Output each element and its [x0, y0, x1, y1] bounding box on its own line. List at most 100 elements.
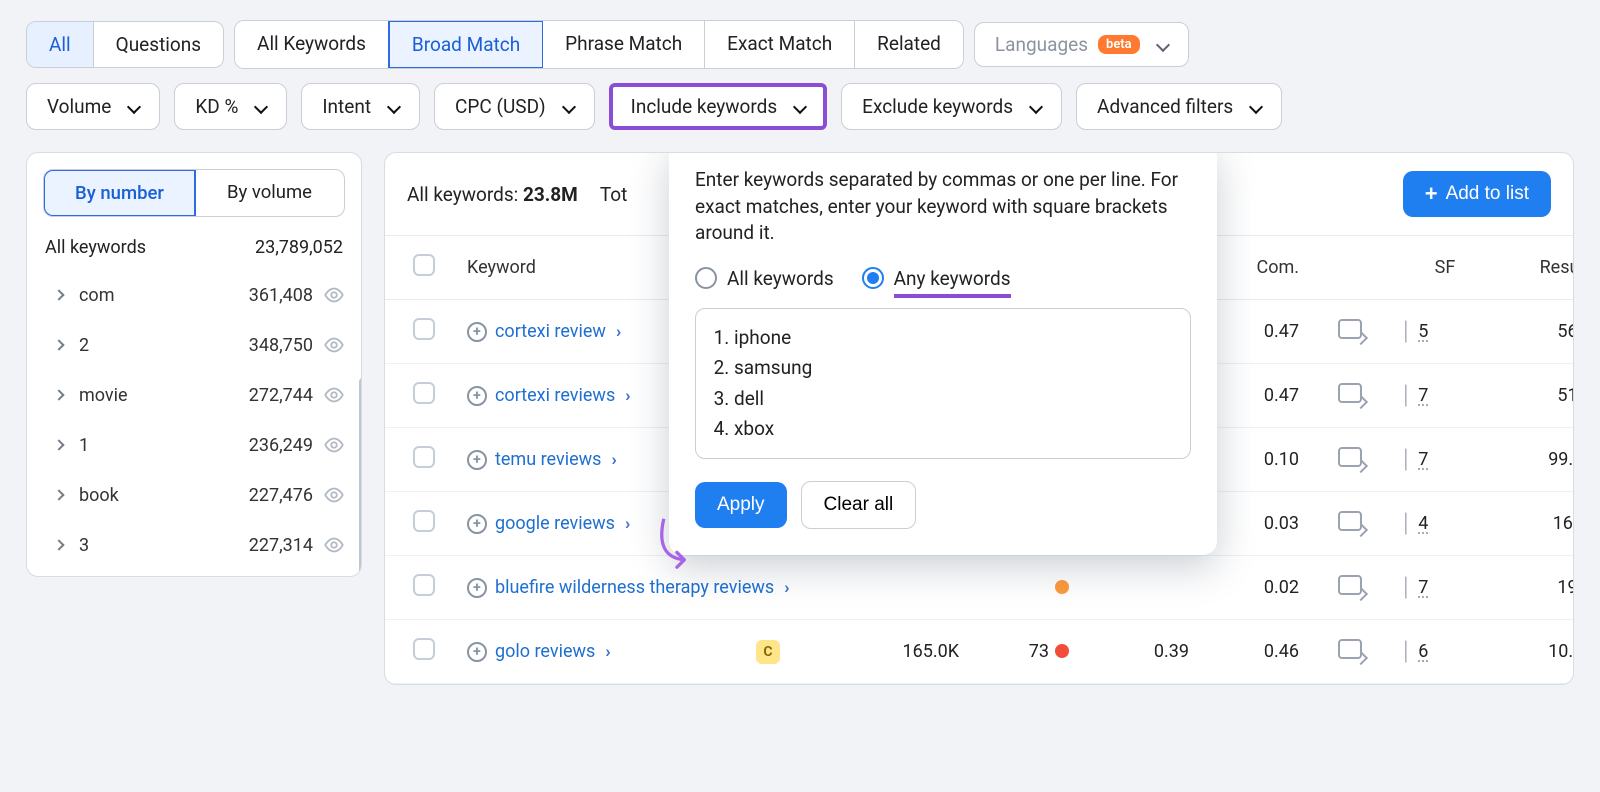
chevron-right-icon [53, 389, 64, 400]
eye-icon[interactable] [323, 434, 345, 456]
keyword-link[interactable]: +golo reviews›› [467, 641, 735, 662]
cell-sf[interactable]: │7 [1401, 385, 1489, 406]
col-results[interactable]: Results [1495, 253, 1574, 282]
add-keyword-icon[interactable]: + [467, 386, 487, 406]
main-layout: By number By volume All keywords 23,789,… [26, 152, 1574, 685]
eye-icon[interactable] [323, 284, 345, 306]
chevron-right-icon [53, 289, 64, 300]
cell-kd [965, 573, 1075, 602]
row-checkbox[interactable] [413, 446, 435, 468]
keyword-list: iphonesamsungdellxbox [714, 323, 1172, 445]
keyword-link[interactable]: +bluefire wilderness therapy reviews›› [467, 577, 735, 598]
row-checkbox[interactable] [413, 638, 435, 660]
add-keyword-icon[interactable]: + [467, 578, 487, 598]
sidebar-group-label: com [79, 285, 114, 306]
serp-icon[interactable] [1338, 639, 1362, 659]
filter-include-keywords[interactable]: Include keywords [609, 83, 828, 130]
sidebar-group-count: 227,314 [249, 535, 313, 556]
sidebar-all-count: 23,789,052 [255, 237, 343, 258]
sidebar-group-row[interactable]: movie272,744 [27, 370, 361, 420]
top-tab-row: All Questions All Keywords Broad Match P… [26, 20, 1574, 69]
row-checkbox[interactable] [413, 574, 435, 596]
keyword-text: cortexi review [495, 321, 606, 342]
match-mode-radio-group: All keywords Any keywords [695, 267, 1191, 290]
filter-exclude-keywords[interactable]: Exclude keywords [841, 83, 1062, 130]
match-tab-group: All Keywords Broad Match Phrase Match Ex… [234, 20, 964, 69]
radio-all-keywords[interactable]: All keywords [695, 267, 834, 290]
languages-dropdown[interactable]: Languages beta [974, 22, 1189, 67]
toggle-by-volume[interactable]: By volume [195, 170, 344, 216]
cell-sf[interactable]: │6 [1401, 641, 1489, 662]
beta-badge: beta [1098, 35, 1140, 54]
popover-help-text: Enter keywords separated by commas or on… [695, 167, 1191, 247]
sidebar-mode-toggle: By number By volume [43, 169, 345, 217]
cell-sf[interactable]: │7 [1401, 449, 1489, 470]
sidebar-group-count: 236,249 [249, 435, 313, 456]
sidebar-group-row[interactable]: com361,408 [27, 270, 361, 320]
keyword-entry: samsung [734, 353, 1172, 383]
tab-exact-match[interactable]: Exact Match [705, 21, 855, 68]
select-all-checkbox[interactable] [413, 254, 435, 276]
add-keyword-icon[interactable]: + [467, 450, 487, 470]
add-keyword-icon[interactable]: + [467, 322, 487, 342]
chevron-right-icon [53, 439, 64, 450]
keyword-text: bluefire wilderness therapy reviews [495, 577, 774, 598]
add-keyword-icon[interactable]: + [467, 514, 487, 534]
tab-broad-match[interactable]: Broad Match [388, 20, 544, 69]
filter-cpc[interactable]: CPC (USD) [434, 83, 595, 130]
tab-questions[interactable]: Questions [94, 22, 223, 67]
sidebar-group-row[interactable]: 3227,314 [27, 520, 361, 570]
cell-sf[interactable]: │5 [1401, 321, 1489, 342]
serp-icon[interactable] [1338, 447, 1362, 467]
keyword-input-area[interactable]: iphonesamsungdellxbox [695, 308, 1191, 460]
eye-icon[interactable] [323, 334, 345, 356]
apply-button[interactable]: Apply [695, 482, 787, 528]
filter-kd[interactable]: KD % [174, 83, 287, 130]
serp-icon[interactable] [1338, 383, 1362, 403]
table-row: +bluefire wilderness therapy reviews››0.… [385, 556, 1573, 620]
add-keyword-icon[interactable]: + [467, 642, 487, 662]
sidebar-all-label: All keywords [45, 237, 146, 258]
add-to-list-button[interactable]: + Add to list [1403, 171, 1551, 217]
cell-volume [795, 584, 965, 592]
group-sidebar: By number By volume All keywords 23,789,… [26, 152, 362, 577]
cell-results: 99.1M [1495, 445, 1574, 474]
summary-total-truncated: Tot [600, 183, 627, 206]
sidebar-group-label: movie [79, 385, 128, 406]
sidebar-group-row[interactable]: 2348,750 [27, 320, 361, 370]
keyword-text: golo reviews [495, 641, 595, 662]
radio-any-keywords[interactable]: Any keywords [862, 267, 1011, 290]
serp-icon[interactable] [1338, 575, 1362, 595]
serp-icon[interactable] [1338, 319, 1362, 339]
tab-phrase-match[interactable]: Phrase Match [543, 21, 705, 68]
row-checkbox[interactable] [413, 510, 435, 532]
eye-icon[interactable] [323, 484, 345, 506]
tab-all[interactable]: All [27, 22, 94, 67]
toggle-by-number[interactable]: By number [43, 169, 196, 217]
keyword-text: google reviews [495, 513, 615, 534]
keyword-text: temu reviews [495, 449, 601, 470]
sidebar-group-list: com361,4082348,750movie272,7441236,249bo… [27, 268, 361, 576]
cell-kd: 73 [965, 637, 1075, 666]
kd-dot-icon [1055, 644, 1069, 658]
cell-sf[interactable]: │7 [1401, 577, 1489, 598]
filter-volume[interactable]: Volume [26, 83, 160, 130]
filter-intent[interactable]: Intent [301, 83, 420, 130]
col-sf[interactable]: SF [1395, 253, 1495, 282]
clear-all-button[interactable]: Clear all [801, 481, 917, 529]
sidebar-group-row[interactable]: 1236,249 [27, 420, 361, 470]
sidebar-group-row[interactable]: book227,476 [27, 470, 361, 520]
filter-advanced[interactable]: Advanced filters [1076, 83, 1282, 130]
tab-related[interactable]: Related [855, 21, 963, 68]
summary-all-keywords: All keywords: 23.8M [407, 183, 578, 206]
eye-icon[interactable] [323, 534, 345, 556]
tab-all-keywords[interactable]: All Keywords [235, 21, 389, 68]
serp-icon[interactable] [1338, 511, 1362, 531]
sidebar-all-row[interactable]: All keywords 23,789,052 [27, 233, 361, 268]
eye-icon[interactable] [323, 384, 345, 406]
row-checkbox[interactable] [413, 382, 435, 404]
chevron-right-icon [53, 489, 64, 500]
cell-sf[interactable]: │4 [1401, 513, 1489, 534]
scrollbar-thumb[interactable] [359, 377, 362, 577]
row-checkbox[interactable] [413, 318, 435, 340]
